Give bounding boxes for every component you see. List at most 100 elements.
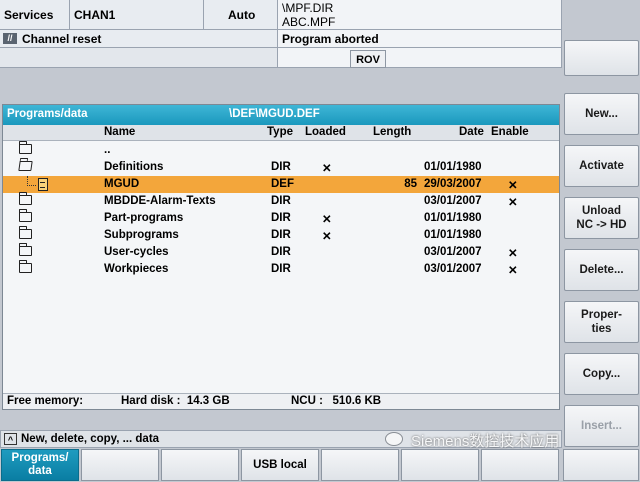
file-name: User-cycles bbox=[104, 246, 169, 258]
softkey-bottom-2[interactable] bbox=[81, 449, 159, 481]
file-row[interactable]: MGUD DEF 85 29/03/2007 ✕ bbox=[3, 176, 559, 193]
column-header: Name Type Loaded Length Date Enable bbox=[3, 125, 559, 141]
softkey-header-area bbox=[564, 0, 639, 38]
file-length: 85 bbox=[404, 178, 417, 190]
file-name: Definitions bbox=[104, 161, 164, 173]
file-row[interactable]: Subprograms DIR ✕ 01/01/1980 bbox=[3, 226, 559, 244]
softkey-right-3[interactable]: Activate bbox=[564, 145, 639, 187]
mode-label: Auto bbox=[228, 8, 256, 22]
file-row[interactable]: Workpieces DIR 03/01/2007 ✕ bbox=[3, 260, 559, 278]
hard-disk-memory: Hard disk : 14.3 GB bbox=[121, 395, 230, 407]
file-loaded: ✕ bbox=[322, 231, 332, 243]
recall-icon[interactable]: ^ bbox=[4, 433, 17, 445]
file-name: Part-programs bbox=[104, 212, 184, 224]
area-label: Services bbox=[4, 8, 54, 22]
softkey-right-2[interactable]: New... bbox=[564, 93, 639, 135]
file-row[interactable]: MBDDE-Alarm-Texts DIR 03/01/2007 ✕ bbox=[3, 192, 559, 210]
file-date: 03/01/2007 bbox=[424, 263, 482, 275]
area-field: Services bbox=[0, 0, 70, 30]
softkey-right-6[interactable]: Proper- ties bbox=[564, 301, 639, 343]
file-name: MGUD bbox=[104, 178, 140, 190]
file-name: Workpieces bbox=[104, 263, 169, 275]
softkey-bottom-4[interactable]: USB local bbox=[241, 449, 319, 481]
softkey-right-5[interactable]: Delete... bbox=[564, 249, 639, 291]
reset-icon: // bbox=[3, 33, 17, 44]
col-type[interactable]: Type bbox=[267, 126, 293, 138]
col-name[interactable]: Name bbox=[104, 126, 135, 138]
file-row[interactable]: User-cycles DIR 03/01/2007 ✕ bbox=[3, 243, 559, 261]
file-name: MBDDE-Alarm-Texts bbox=[104, 195, 216, 207]
folder-icon bbox=[18, 192, 32, 205]
file-type: DIR bbox=[271, 212, 291, 224]
mode-field: Auto bbox=[204, 0, 278, 30]
panel-path: \DEF\MGUD.DEF bbox=[229, 108, 320, 120]
file-enable: ✕ bbox=[508, 248, 518, 260]
folder-icon bbox=[18, 243, 32, 256]
folder-icon bbox=[18, 260, 32, 273]
watermark-text: Siemens数控技术应用 bbox=[411, 433, 560, 450]
folder-icon bbox=[18, 226, 32, 239]
file-row[interactable]: Definitions DIR ✕ 01/01/1980 bbox=[3, 159, 559, 176]
hint-bar: ^ New, delete, copy, ... data Siemens数控技… bbox=[0, 430, 562, 450]
softkey-bottom-etc[interactable] bbox=[563, 449, 639, 481]
softkey-bottom-3[interactable] bbox=[161, 449, 239, 481]
file-type: DIR bbox=[271, 246, 291, 258]
file-enable: ✕ bbox=[508, 265, 518, 277]
col-date[interactable]: Date bbox=[459, 126, 484, 138]
softkey-bottom-6[interactable] bbox=[401, 449, 479, 481]
file-icon bbox=[38, 178, 48, 191]
program-status-field: Program aborted bbox=[278, 30, 562, 48]
file-name: Subprograms bbox=[104, 229, 179, 241]
folder-icon bbox=[18, 141, 32, 154]
file-date: 03/01/2007 bbox=[424, 195, 482, 207]
folder-open-icon bbox=[18, 161, 33, 171]
file-date: 03/01/2007 bbox=[424, 246, 482, 258]
file-date: 29/03/2007 bbox=[424, 178, 482, 190]
rov-line bbox=[278, 48, 562, 68]
wechat-icon bbox=[385, 432, 403, 446]
channel-status-field: // Channel reset bbox=[0, 30, 278, 48]
file-date: 01/01/1980 bbox=[424, 161, 482, 173]
col-loaded[interactable]: Loaded bbox=[305, 126, 346, 138]
col-enable[interactable]: Enable bbox=[491, 126, 529, 138]
ncu-memory: NCU : 510.6 KB bbox=[291, 395, 382, 407]
panel-title: Programs/data bbox=[7, 108, 88, 120]
rov-indicator: ROV bbox=[350, 50, 386, 68]
file-date: 01/01/1980 bbox=[424, 229, 482, 241]
file-type: DIR bbox=[271, 195, 291, 207]
file-type: DEF bbox=[271, 178, 294, 190]
softkey-bottom-7[interactable] bbox=[481, 449, 559, 481]
file-type: DIR bbox=[271, 229, 291, 241]
program-status: Program aborted bbox=[282, 32, 379, 46]
panel-title-bar: Programs/data \DEF\MGUD.DEF bbox=[3, 105, 559, 125]
softkey-right-4[interactable]: Unload NC -> HD bbox=[564, 197, 639, 239]
program-path: \MPF.DIR bbox=[282, 1, 334, 15]
file-loaded: ✕ bbox=[322, 214, 332, 226]
file-date: 01/01/1980 bbox=[424, 212, 482, 224]
file-enable: ✕ bbox=[508, 180, 518, 192]
program-field: \MPF.DIR ABC.MPF bbox=[278, 0, 562, 30]
alarm-line bbox=[0, 48, 278, 68]
hint-text: New, delete, copy, ... data bbox=[21, 433, 160, 445]
channel-label: CHAN1 bbox=[74, 8, 116, 22]
softkey-right-7[interactable]: Copy... bbox=[564, 353, 639, 395]
file-name: .. bbox=[104, 144, 111, 156]
softkey-right-1[interactable] bbox=[564, 40, 639, 76]
channel-status: Channel reset bbox=[22, 32, 102, 46]
folder-icon bbox=[18, 209, 32, 222]
program-name: ABC.MPF bbox=[282, 15, 336, 29]
softkey-bottom-5[interactable] bbox=[321, 449, 399, 481]
file-row[interactable]: .. bbox=[3, 141, 559, 159]
col-length[interactable]: Length bbox=[373, 126, 411, 138]
tree-line bbox=[27, 176, 36, 186]
free-memory-label: Free memory: bbox=[7, 395, 84, 407]
softkey-right-8[interactable]: Insert... bbox=[564, 405, 639, 447]
channel-field: CHAN1 bbox=[70, 0, 204, 30]
file-type: DIR bbox=[271, 263, 291, 275]
memory-status-bar: Free memory: Hard disk : 14.3 GB NCU : 5… bbox=[3, 393, 559, 409]
softkey-bottom-1[interactable]: Programs/ data bbox=[1, 449, 79, 481]
file-type: DIR bbox=[271, 161, 291, 173]
file-browser-panel: Programs/data \DEF\MGUD.DEF Name Type Lo… bbox=[2, 104, 560, 410]
file-row[interactable]: Part-programs DIR ✕ 01/01/1980 bbox=[3, 209, 559, 227]
file-loaded: ✕ bbox=[322, 163, 332, 175]
